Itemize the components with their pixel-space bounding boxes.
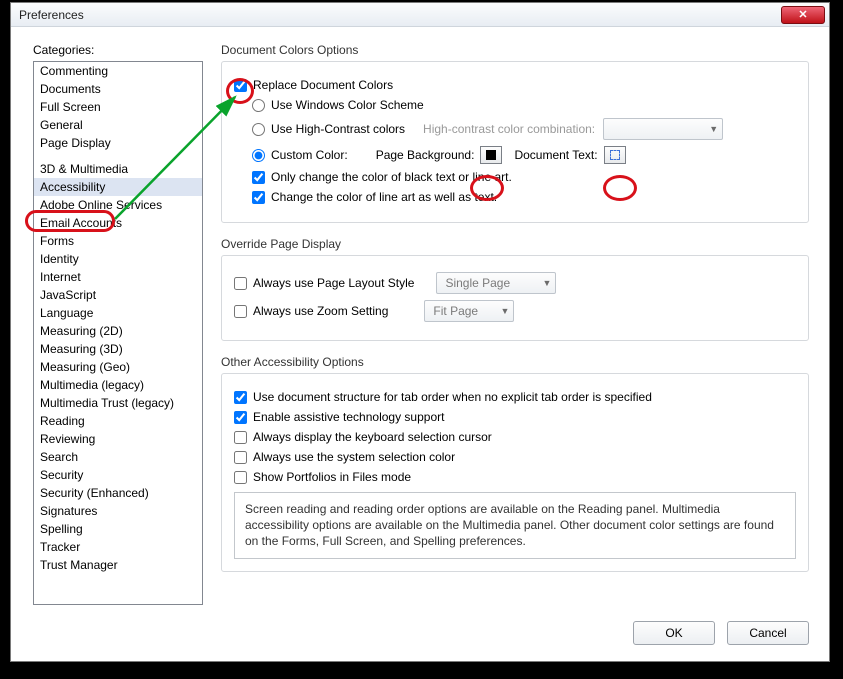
replace-doc-colors-label: Replace Document Colors — [253, 78, 393, 92]
category-item[interactable]: JavaScript — [34, 286, 202, 304]
group-box: Replace Document Colors Use Windows Colo… — [221, 61, 809, 223]
assistive-tech-label: Enable assistive technology support — [253, 410, 444, 424]
chevron-down-icon: ▼ — [543, 278, 552, 288]
category-item[interactable]: Reviewing — [34, 430, 202, 448]
system-selection-color-checkbox[interactable] — [234, 451, 247, 464]
category-item[interactable]: Security — [34, 466, 202, 484]
high-contrast-label: Use High-Contrast colors — [271, 122, 405, 136]
zoom-combo[interactable]: Fit Page▼ — [424, 300, 514, 322]
chevron-down-icon: ▼ — [500, 306, 509, 316]
categories-list[interactable]: CommentingDocumentsFull ScreenGeneralPag… — [33, 61, 203, 605]
hc-combo[interactable]: ▼ — [603, 118, 723, 140]
category-item[interactable]: Reading — [34, 412, 202, 430]
portfolios-files-checkbox[interactable] — [234, 471, 247, 484]
ok-button[interactable]: OK — [633, 621, 715, 645]
category-item[interactable]: Full Screen — [34, 98, 202, 116]
group-box: Use document structure for tab order whe… — [221, 373, 809, 572]
keyboard-cursor-label: Always display the keyboard selection cu… — [253, 430, 492, 444]
category-item[interactable]: Signatures — [34, 502, 202, 520]
override-page-display-group: Override Page Display Always use Page La… — [221, 237, 809, 341]
group-box: Always use Page Layout Style Single Page… — [221, 255, 809, 341]
replace-doc-colors-checkbox[interactable] — [234, 79, 247, 92]
portfolios-files-label: Show Portfolios in Files mode — [253, 470, 411, 484]
info-text: Screen reading and reading order options… — [234, 492, 796, 559]
preferences-dialog: Preferences ✕ Categories: CommentingDocu… — [10, 2, 830, 662]
document-colors-group: Document Colors Options Replace Document… — [221, 43, 809, 223]
tab-order-checkbox[interactable] — [234, 391, 247, 404]
category-item[interactable]: Email Accounts — [34, 214, 202, 232]
dialog-buttons: OK Cancel — [633, 621, 809, 645]
always-layout-label: Always use Page Layout Style — [253, 276, 414, 290]
always-layout-checkbox[interactable] — [234, 277, 247, 290]
category-item[interactable]: Commenting — [34, 62, 202, 80]
category-item[interactable]: Tracker — [34, 538, 202, 556]
custom-color-label: Custom Color: — [271, 148, 348, 162]
category-item[interactable]: 3D & Multimedia — [34, 160, 202, 178]
category-item[interactable]: Accessibility — [34, 178, 202, 196]
group-title: Document Colors Options — [221, 43, 809, 57]
layout-combo[interactable]: Single Page▼ — [436, 272, 556, 294]
category-item[interactable]: Multimedia (legacy) — [34, 376, 202, 394]
categories-label: Categories: — [33, 43, 94, 57]
category-item[interactable]: Measuring (2D) — [34, 322, 202, 340]
category-item[interactable]: Language — [34, 304, 202, 322]
category-item[interactable]: Adobe Online Services — [34, 196, 202, 214]
tab-order-label: Use document structure for tab order whe… — [253, 390, 652, 404]
always-zoom-label: Always use Zoom Setting — [253, 304, 388, 318]
only-black-checkbox[interactable] — [252, 171, 265, 184]
category-item[interactable]: Spelling — [34, 520, 202, 538]
windows-color-scheme-radio[interactable] — [252, 99, 265, 112]
high-contrast-radio[interactable] — [252, 123, 265, 136]
group-title: Override Page Display — [221, 237, 809, 251]
category-item[interactable]: General — [34, 116, 202, 134]
category-item[interactable]: Page Display — [34, 134, 202, 152]
category-item[interactable]: Measuring (Geo) — [34, 358, 202, 376]
system-selection-color-label: Always use the system selection color — [253, 450, 455, 464]
category-item[interactable]: Search — [34, 448, 202, 466]
category-item[interactable]: Forms — [34, 232, 202, 250]
document-text-color[interactable] — [604, 146, 626, 164]
change-lineart-label: Change the color of line art as well as … — [271, 190, 497, 204]
window-title: Preferences — [19, 8, 781, 22]
category-item[interactable]: Identity — [34, 250, 202, 268]
chevron-down-icon: ▼ — [709, 124, 718, 134]
document-text-label: Document Text: — [514, 148, 597, 162]
settings-panel: Document Colors Options Replace Document… — [221, 43, 809, 605]
category-item[interactable]: Internet — [34, 268, 202, 286]
hc-combo-label: High-contrast color combination: — [423, 122, 595, 136]
cancel-button[interactable]: Cancel — [727, 621, 809, 645]
category-item[interactable]: Security (Enhanced) — [34, 484, 202, 502]
only-black-label: Only change the color of black text or l… — [271, 170, 512, 184]
category-item[interactable]: Multimedia Trust (legacy) — [34, 394, 202, 412]
assistive-tech-checkbox[interactable] — [234, 411, 247, 424]
category-item[interactable]: Measuring (3D) — [34, 340, 202, 358]
page-background-color[interactable] — [480, 146, 502, 164]
category-item[interactable]: Documents — [34, 80, 202, 98]
page-background-label: Page Background: — [376, 148, 475, 162]
group-title: Other Accessibility Options — [221, 355, 809, 369]
keyboard-cursor-checkbox[interactable] — [234, 431, 247, 444]
titlebar: Preferences ✕ — [11, 3, 829, 27]
other-accessibility-group: Other Accessibility Options Use document… — [221, 355, 809, 572]
custom-color-radio[interactable] — [252, 149, 265, 162]
category-item[interactable]: Trust Manager — [34, 556, 202, 574]
change-lineart-checkbox[interactable] — [252, 191, 265, 204]
close-button[interactable]: ✕ — [781, 6, 825, 24]
windows-color-scheme-label: Use Windows Color Scheme — [271, 98, 424, 112]
always-zoom-checkbox[interactable] — [234, 305, 247, 318]
